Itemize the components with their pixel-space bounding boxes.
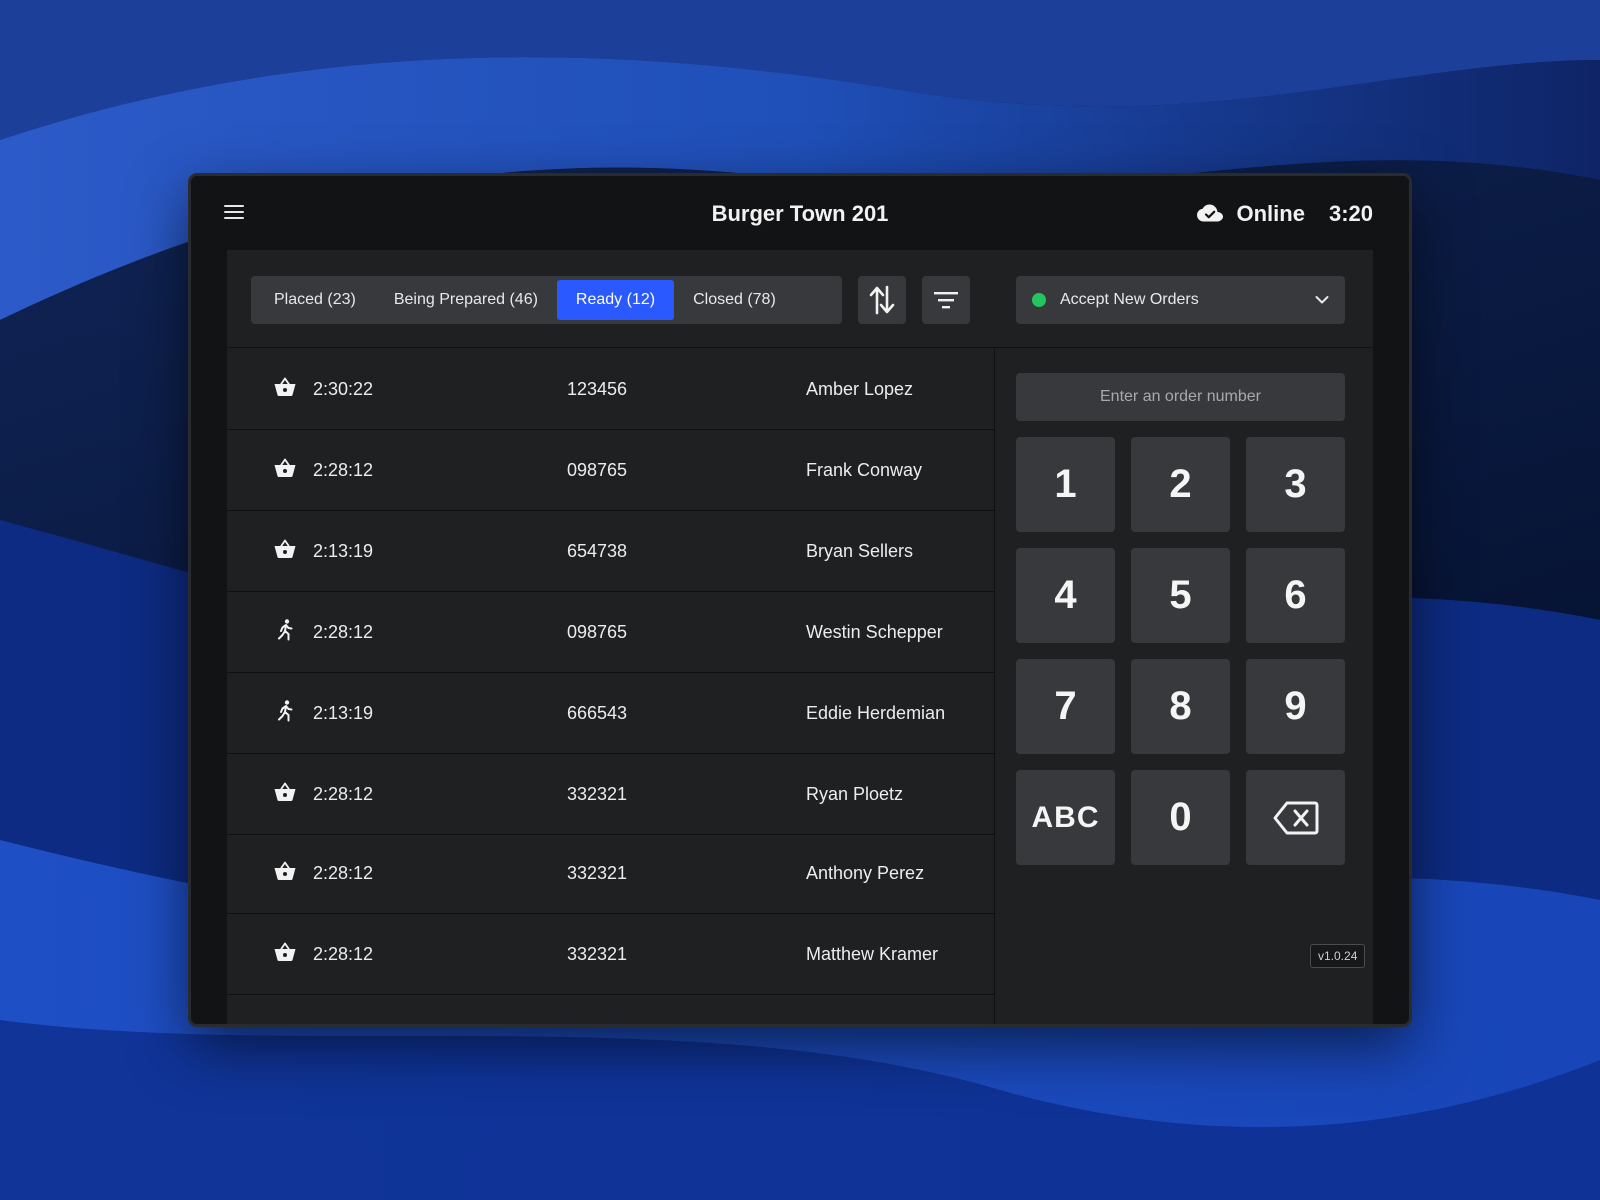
order-time: 2:28:12 — [313, 944, 374, 964]
toolbar: Placed (23) Being Prepared (46) Ready (1… — [227, 250, 1373, 348]
order-status-tabs: Placed (23) Being Prepared (46) Ready (1… — [251, 276, 842, 324]
sort-arrows-icon — [869, 285, 895, 315]
key-5[interactable]: 5 — [1131, 548, 1230, 643]
key-7[interactable]: 7 — [1016, 659, 1115, 754]
customer-name: Ryan Ploetz — [806, 784, 904, 804]
backspace-icon — [1273, 801, 1318, 834]
tab-placed[interactable]: Placed (23) — [255, 280, 375, 320]
filter-button[interactable] — [922, 276, 970, 324]
main-panel: Placed (23) Being Prepared (46) Ready (1… — [227, 250, 1373, 1024]
key-6[interactable]: 6 — [1246, 548, 1345, 643]
key-0[interactable]: 0 — [1131, 770, 1230, 865]
customer-name: Westin Schepper — [806, 622, 943, 642]
basket-icon — [273, 456, 297, 480]
key-8[interactable]: 8 — [1131, 659, 1230, 754]
order-row[interactable]: 2:28:12 098765 Frank Conway — [227, 430, 994, 511]
version-badge: v1.0.24 — [1310, 944, 1366, 968]
order-row[interactable]: 2:28:12 332321 Anthony Perez — [227, 833, 994, 914]
key-4[interactable]: 4 — [1016, 548, 1115, 643]
tab-ready[interactable]: Ready (12) — [556, 280, 675, 320]
backspace-button[interactable] — [1246, 770, 1345, 865]
order-number: 332321 — [567, 863, 628, 883]
order-number: 666543 — [567, 703, 628, 723]
runner-icon — [273, 699, 297, 723]
order-time: 2:28:12 — [313, 784, 374, 804]
filter-icon — [934, 292, 958, 309]
orders-list: 2:30:22 123456 Amber Lopez 2:28:12 098765 Fra… — [227, 349, 995, 1024]
accept-new-orders-label: Accept New Orders — [1060, 291, 1199, 308]
online-status-dot — [1032, 293, 1046, 307]
customer-name: Amber Lopez — [806, 379, 914, 399]
order-number-input[interactable] — [1016, 373, 1345, 421]
order-terminal-window: Burger Town 201 Online 3:20 Placed (23) … — [191, 176, 1409, 1024]
customer-name: Anthony Perez — [806, 863, 925, 883]
basket-icon — [273, 780, 297, 804]
order-row[interactable]: 2:28:12 332321 Matthew Kramer — [227, 914, 994, 995]
order-time: 2:13:19 — [313, 541, 374, 561]
key-2[interactable]: 2 — [1131, 437, 1230, 532]
order-number: 098765 — [567, 460, 628, 480]
order-row[interactable]: 2:30:22 123456 Amber Lopez — [227, 349, 994, 430]
order-number: 123456 — [567, 379, 628, 399]
order-time: 2:13:19 — [313, 703, 374, 723]
order-time: 2:30:22 — [313, 379, 374, 399]
tab-closed[interactable]: Closed (78) — [674, 280, 795, 320]
key-9[interactable]: 9 — [1246, 659, 1345, 754]
key-1[interactable]: 1 — [1016, 437, 1115, 532]
basket-icon — [273, 537, 297, 561]
customer-name: Frank Conway — [806, 460, 923, 480]
order-row[interactable]: 2:13:19 666543 Eddie Herdemian — [227, 673, 994, 754]
key-3[interactable]: 3 — [1246, 437, 1345, 532]
top-bar: Burger Town 201 Online 3:20 — [191, 176, 1409, 250]
order-number: 332321 — [567, 944, 628, 964]
online-status-label: Online — [1236, 201, 1305, 226]
chevron-down-icon — [1315, 296, 1329, 304]
cloud-check-icon — [1196, 204, 1223, 222]
order-row[interactable]: 2:28:12 098765 Westin Schepper — [227, 592, 994, 673]
runner-icon — [273, 618, 297, 642]
keypad-area: 1 2 3 4 5 6 7 8 9 ABC 0 v1.0.24 — [996, 349, 1373, 1024]
order-number: 332321 — [567, 784, 628, 804]
order-row[interactable]: 2:13:19 654738 Bryan Sellers — [227, 511, 994, 592]
basket-icon — [273, 940, 297, 964]
tab-being-prepared[interactable]: Being Prepared (46) — [375, 280, 557, 320]
key-abc[interactable]: ABC — [1016, 770, 1115, 865]
sort-button[interactable] — [858, 276, 906, 324]
connection-status: Online 3:20 — [1196, 201, 1373, 227]
order-row[interactable]: 2:28:12 332321 Ryan Ploetz — [227, 754, 994, 835]
basket-icon — [273, 375, 297, 399]
accept-new-orders-dropdown[interactable]: Accept New Orders — [1016, 276, 1345, 324]
customer-name: Matthew Kramer — [806, 944, 939, 964]
order-time: 2:28:12 — [313, 460, 374, 480]
customer-name: Bryan Sellers — [806, 541, 914, 561]
clock-time: 3:20 — [1328, 201, 1373, 226]
basket-icon — [273, 859, 297, 883]
order-number: 098765 — [567, 622, 628, 642]
order-time: 2:28:12 — [313, 863, 374, 883]
order-number: 654738 — [567, 541, 628, 561]
order-time: 2:28:12 — [313, 622, 374, 642]
customer-name: Eddie Herdemian — [806, 703, 946, 723]
